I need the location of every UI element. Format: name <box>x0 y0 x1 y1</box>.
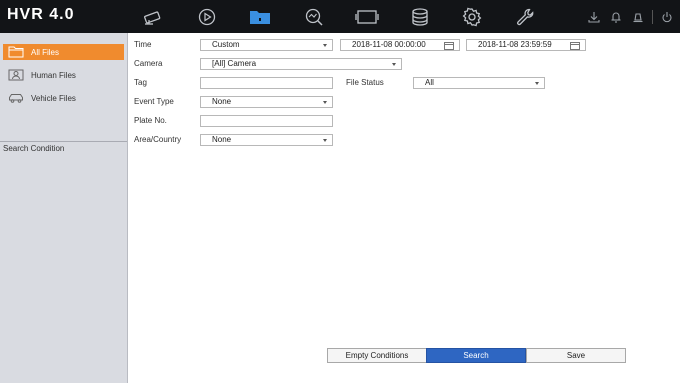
area-country-select[interactable]: None <box>200 134 333 146</box>
chevron-down-icon <box>323 139 327 142</box>
file-status-value: All <box>425 78 434 87</box>
file-folder-icon[interactable] <box>247 6 273 28</box>
camera-icon[interactable] <box>141 6 167 28</box>
plate-no-label: Plate No. <box>134 116 167 125</box>
event-type-select[interactable]: None <box>200 96 333 108</box>
area-country-value: None <box>212 135 232 144</box>
settings-gear-icon[interactable] <box>459 6 485 28</box>
file-status-label: File Status <box>346 78 384 87</box>
notification-icon[interactable] <box>631 10 645 24</box>
search-button[interactable]: Search <box>426 348 526 363</box>
tag-input[interactable] <box>200 77 333 89</box>
time-label: Time <box>134 40 152 49</box>
person-icon <box>7 69 25 81</box>
chevron-down-icon <box>535 82 539 85</box>
calendar-icon[interactable] <box>570 42 580 50</box>
end-time-field[interactable]: 2018-11-08 23:59:59 <box>466 39 586 51</box>
plate-no-input[interactable] <box>200 115 333 127</box>
search-condition-label: Search Condition <box>3 144 65 153</box>
start-time-field[interactable]: 2018-11-08 00:00:00 <box>340 39 460 51</box>
chevron-down-icon <box>323 44 327 47</box>
end-time-value: 2018-11-08 23:59:59 <box>478 40 552 49</box>
sidebar: All Files Human Files Vehicle Files Sear… <box>0 33 128 383</box>
event-type-label: Event Type <box>134 97 174 106</box>
camera-select-value: [All] Camera <box>212 59 257 68</box>
maintenance-wrench-icon[interactable] <box>512 6 538 28</box>
time-select-value: Custom <box>212 40 240 49</box>
top-bar: HVR 4.0 <box>0 0 680 33</box>
smart-analysis-icon[interactable] <box>301 6 327 28</box>
playback-icon[interactable] <box>194 6 220 28</box>
event-type-value: None <box>212 97 232 106</box>
alarm-bell-icon[interactable] <box>609 10 623 24</box>
sidebar-item-all-files[interactable]: All Files <box>3 44 124 60</box>
calendar-icon[interactable] <box>444 42 454 50</box>
storage-icon[interactable] <box>407 6 433 28</box>
area-country-label: Area/Country <box>134 135 182 144</box>
empty-conditions-button[interactable]: Empty Conditions <box>327 348 427 363</box>
save-button[interactable]: Save <box>526 348 626 363</box>
sidebar-item-label: Vehicle Files <box>31 93 76 103</box>
sidebar-item-label: Human Files <box>31 70 76 80</box>
sidebar-item-vehicle-files[interactable]: Vehicle Files <box>3 90 124 106</box>
time-select[interactable]: Custom <box>200 39 333 51</box>
chevron-down-icon <box>392 63 396 66</box>
tag-label: Tag <box>134 78 147 87</box>
file-status-select[interactable]: All <box>413 77 545 89</box>
camera-label: Camera <box>134 59 163 68</box>
start-time-value: 2018-11-08 00:00:00 <box>352 40 426 49</box>
monitor-icon[interactable] <box>354 6 380 28</box>
app-logo: HVR 4.0 <box>7 6 75 23</box>
chevron-down-icon <box>323 101 327 104</box>
power-icon[interactable] <box>660 10 674 24</box>
sidebar-divider <box>0 141 127 142</box>
camera-select[interactable]: [All] Camera <box>200 58 402 70</box>
sidebar-item-human-files[interactable]: Human Files <box>3 67 124 83</box>
car-icon <box>7 92 25 104</box>
download-icon[interactable] <box>587 10 601 24</box>
tray-separator <box>652 10 653 24</box>
sidebar-item-label: All Files <box>31 47 60 57</box>
folder-icon <box>7 46 25 58</box>
